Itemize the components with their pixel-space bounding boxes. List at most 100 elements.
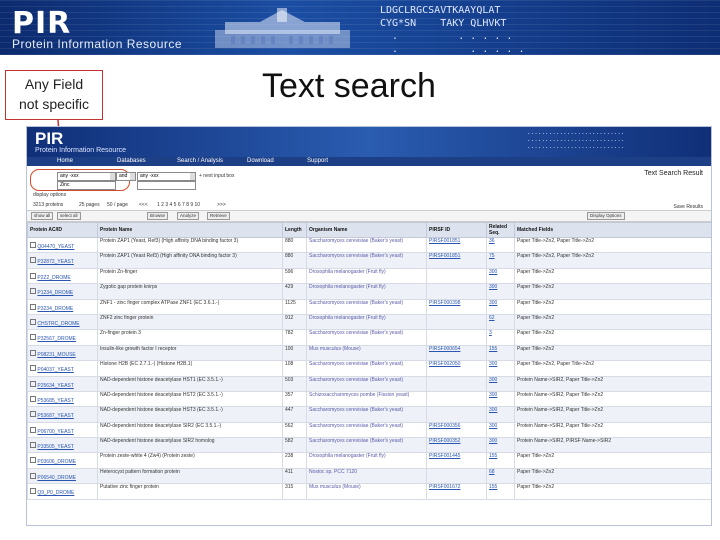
select-all-button[interactable]: select all [57,212,81,220]
field-select-1[interactable]: any -xxx [57,172,116,181]
cell-protein-id[interactable]: P1234_DROME [27,283,98,300]
cell-protein-id[interactable]: P53685_YEAST [27,390,98,408]
cell-protein-id[interactable]: P06540_DROME [27,467,98,485]
cell-related-seq[interactable]: 300 [486,298,515,315]
display-options-button[interactable]: Display Options [587,212,625,220]
row-checkbox[interactable] [30,349,36,356]
cell-pirsf[interactable] [426,406,487,423]
cell-related-seq[interactable]: 155 [486,452,515,469]
cell-pirsf[interactable]: PIRSF000398 [426,298,487,315]
cell-pirsf[interactable]: PIRSF001851 [426,236,487,254]
cell-organism[interactable]: Drosophila melanogaster (Fruit fly) [306,283,427,300]
cell-related-seq[interactable]: 36 [486,236,515,254]
cell-protein-id[interactable]: P04037_YEAST [27,360,98,377]
cell-pirsf[interactable]: PIRSF001445 [426,452,487,469]
cell-related-seq[interactable]: 300 [486,360,515,377]
analyze-button[interactable]: Analyze [177,212,200,220]
cell-related-seq[interactable]: 155 [486,483,515,500]
cell-related-seq[interactable]: 300 [486,437,515,454]
col-related-seq[interactable]: Related Seq. [486,222,515,238]
cell-protein-id[interactable]: P53687_YEAST [27,406,98,423]
row-checkbox[interactable] [30,472,36,479]
cell-organism[interactable]: Mus musculus (Mouse) [306,483,427,500]
retrieve-button[interactable]: Retrieve [207,212,230,220]
cell-pirsf[interactable] [426,283,487,300]
cell-protein-id[interactable]: P06700_YEAST [27,421,98,439]
per-page-select[interactable]: 50 / page [107,202,128,208]
cell-organism[interactable]: Nostoc sp. PCC 7120 [306,467,427,485]
cell-pirsf[interactable]: PIRSF001672 [426,483,487,500]
cell-organism[interactable]: Drosophila melanogaster (Fruit fly) [306,452,427,469]
cell-protein-id[interactable]: P2Z2_DROME [27,267,98,285]
row-checkbox[interactable] [30,380,36,387]
search-value-input[interactable]: Zinc [57,181,116,190]
cell-pirsf[interactable] [426,267,487,285]
cell-protein-id[interactable]: Q04470_YEAST [27,236,98,254]
col-matched-fields[interactable]: Matched Fields [514,222,711,238]
col-pirsf[interactable]: PIRSF ID [426,222,487,238]
cell-organism[interactable]: Saccharomyces cerevisiae (Baker's yeast) [306,329,427,346]
cell-pirsf[interactable]: PIRSF000352 [426,437,487,454]
cell-protein-id[interactable]: P03606_DROME [27,452,98,469]
cell-pirsf[interactable]: PIRSF001851 [426,252,487,269]
cell-pirsf[interactable] [426,375,487,392]
col-length[interactable]: Length [282,222,307,238]
cell-organism[interactable]: Saccharomyces cerevisiae (Baker's yeast) [306,406,427,423]
row-checkbox[interactable] [30,334,36,341]
cell-related-seq[interactable]: 62 [486,313,515,331]
cell-organism[interactable]: Schizosaccharomyces pombe (Fission yeast… [306,390,427,408]
row-checkbox[interactable] [30,395,36,402]
cell-protein-id[interactable]: CHSTRC_DROME [27,313,98,331]
nav-search-analysis[interactable]: Search / Analysis [177,158,223,164]
cell-organism[interactable]: Saccharomyces cerevisiae (Baker's yeast) [306,252,427,269]
cell-related-seq[interactable]: 300 [486,390,515,408]
cell-protein-id[interactable]: P32567_DROME [27,329,98,346]
nav-home[interactable]: Home [57,158,73,164]
cell-organism[interactable]: Saccharomyces cerevisiae (Baker's yeast) [306,437,427,454]
page-numbers[interactable]: 1 2 3 4 5 6 7 8 9 10 [157,202,200,208]
nav-download[interactable]: Download [247,158,274,164]
cell-related-seq[interactable]: 68 [486,467,515,485]
cell-organism[interactable]: Saccharomyces cerevisiae (Baker's yeast) [306,298,427,315]
app-logo[interactable]: PIR [35,129,63,149]
row-checkbox[interactable] [30,242,36,248]
browse-button[interactable]: Browse [147,212,169,220]
cell-related-seq[interactable]: 300 [486,406,515,423]
cell-related-seq[interactable]: 300 [486,375,515,392]
row-checkbox[interactable] [30,411,36,418]
cell-protein-id[interactable]: P32872_YEAST [27,252,98,269]
cell-organism[interactable]: Saccharomyces cerevisiae (Baker's yeast) [306,236,427,254]
cell-organism[interactable]: Saccharomyces cerevisiae (Baker's yeast) [306,421,427,439]
row-checkbox[interactable] [30,303,36,310]
cell-pirsf[interactable]: PIRSF002050 [426,360,487,377]
cell-protein-id[interactable]: Q9_P0_DROME [27,483,98,500]
col-protein-id[interactable]: Protein AC/ID [27,222,98,238]
row-checkbox[interactable] [30,488,36,495]
display-options-link[interactable]: display options [33,192,66,198]
cell-pirsf[interactable] [426,390,487,408]
cell-protein-id[interactable]: P25634_YEAST [27,375,98,392]
nav-support[interactable]: Support [307,158,328,164]
cell-protein-id[interactable]: P3234_DROME [27,298,98,315]
cell-protein-id[interactable]: P33505_YEAST [27,437,98,454]
cell-pirsf[interactable] [426,313,487,331]
cell-organism[interactable]: Mus musculus (Mouse) [306,344,427,362]
cell-pirsf[interactable]: PIRSF000356 [426,421,487,439]
cell-organism[interactable]: Saccharomyces cerevisiae (Baker's yeast) [306,375,427,392]
row-checkbox[interactable] [30,426,36,433]
cell-pirsf[interactable] [426,329,487,346]
row-checkbox[interactable] [30,365,36,372]
row-checkbox[interactable] [30,257,36,264]
col-organism[interactable]: Organism Name [306,222,427,238]
cell-organism[interactable]: Drosophila melanogaster (Fruit fly) [306,313,427,331]
cell-related-seq[interactable]: 155 [486,344,515,362]
next-pages[interactable]: >>> [217,202,226,208]
cell-organism[interactable]: Drosophila melanogaster (Fruit fly) [306,267,427,285]
col-protein-name[interactable]: Protein Name [97,222,283,238]
add-input-link[interactable]: + next input box [199,173,234,179]
operator-select[interactable]: and [116,172,136,181]
cell-pirsf[interactable]: PIRSF000654 [426,344,487,362]
show-all-button[interactable]: show all [31,212,54,220]
row-checkbox[interactable] [30,442,36,449]
cell-pirsf[interactable] [426,467,487,485]
